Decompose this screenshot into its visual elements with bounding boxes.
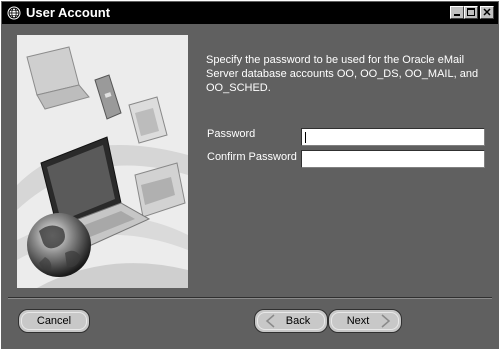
password-field[interactable] (301, 128, 485, 146)
close-button[interactable] (480, 6, 494, 19)
minimize-button[interactable] (450, 6, 464, 19)
next-button-label: Next (346, 315, 370, 327)
instruction-text: Specify the password to be used for the … (206, 54, 479, 94)
maximize-icon (467, 8, 475, 16)
back-button-label: Back (285, 315, 311, 327)
maximize-button[interactable] (464, 6, 478, 19)
divider (8, 297, 492, 299)
next-button[interactable]: Next (328, 309, 402, 333)
password-label: Password (207, 128, 256, 140)
text-cursor (305, 132, 306, 143)
chevron-right-icon (381, 314, 391, 328)
back-button[interactable]: Back (254, 309, 328, 333)
chevron-left-icon (265, 314, 275, 328)
confirm-password-field[interactable] (301, 150, 485, 168)
globe-icon (7, 6, 21, 20)
illustration-image (17, 35, 188, 288)
close-icon (483, 8, 491, 16)
confirm-password-label: Confirm Password (207, 151, 297, 163)
window-title: User Account (26, 5, 111, 20)
dialog-content: Specify the password to be used for the … (2, 25, 498, 349)
cancel-button[interactable]: Cancel (18, 309, 90, 333)
title-bar[interactable]: User Account (2, 2, 498, 24)
cancel-button-label: Cancel (36, 315, 72, 327)
minimize-icon (454, 14, 460, 16)
dialog-window: User Account Specify the password to be … (0, 0, 500, 350)
